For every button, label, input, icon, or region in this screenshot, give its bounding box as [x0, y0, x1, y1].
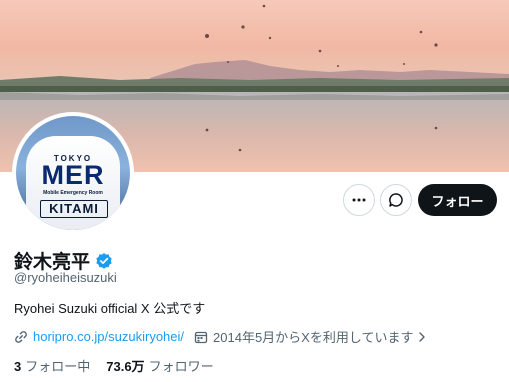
- calendar-icon: [194, 331, 208, 343]
- following-count: 3: [14, 359, 22, 374]
- link-icon: [15, 330, 27, 343]
- avatar-text-name: KITAMI: [40, 200, 108, 218]
- followers-label: フォロワー: [148, 359, 214, 374]
- follow-stats: 3 フォロー中 73.6万 フォロワー: [14, 356, 214, 375]
- bio: Ryohei Suzuki official X 公式です: [14, 301, 206, 316]
- avatar-text-mer: MER: [41, 160, 105, 190]
- message-icon: [389, 193, 403, 207]
- follow-button[interactable]: フォロー: [418, 184, 497, 216]
- followers-link[interactable]: 73.6万 フォロワー: [106, 356, 213, 375]
- chevron-right-icon[interactable]: [417, 330, 427, 344]
- more-button[interactable]: [343, 184, 375, 216]
- followers-count: 73.6万: [106, 359, 145, 374]
- avatar-text-subtitle: Mobile Emergency Room: [43, 190, 103, 196]
- website-link[interactable]: horipro.co.jp/suzukiryohei/: [33, 329, 184, 344]
- profile-meta: horipro.co.jp/suzukiryohei/ 2014年5月からXを利…: [14, 327, 427, 346]
- message-button[interactable]: [380, 184, 412, 216]
- verified-badge-icon[interactable]: [95, 252, 113, 270]
- following-link[interactable]: 3 フォロー中: [14, 356, 90, 375]
- avatar[interactable]: TOKYO MER Mobile Emergency Room KITAMI: [12, 112, 134, 234]
- more-icon: [352, 198, 366, 202]
- handle: @ryoheiheisuzuki: [14, 270, 117, 285]
- joined-date: 2014年5月からXを利用しています: [213, 330, 414, 345]
- avatar-image: TOKYO MER Mobile Emergency Room KITAMI: [16, 116, 130, 230]
- following-label: フォロー中: [25, 359, 91, 374]
